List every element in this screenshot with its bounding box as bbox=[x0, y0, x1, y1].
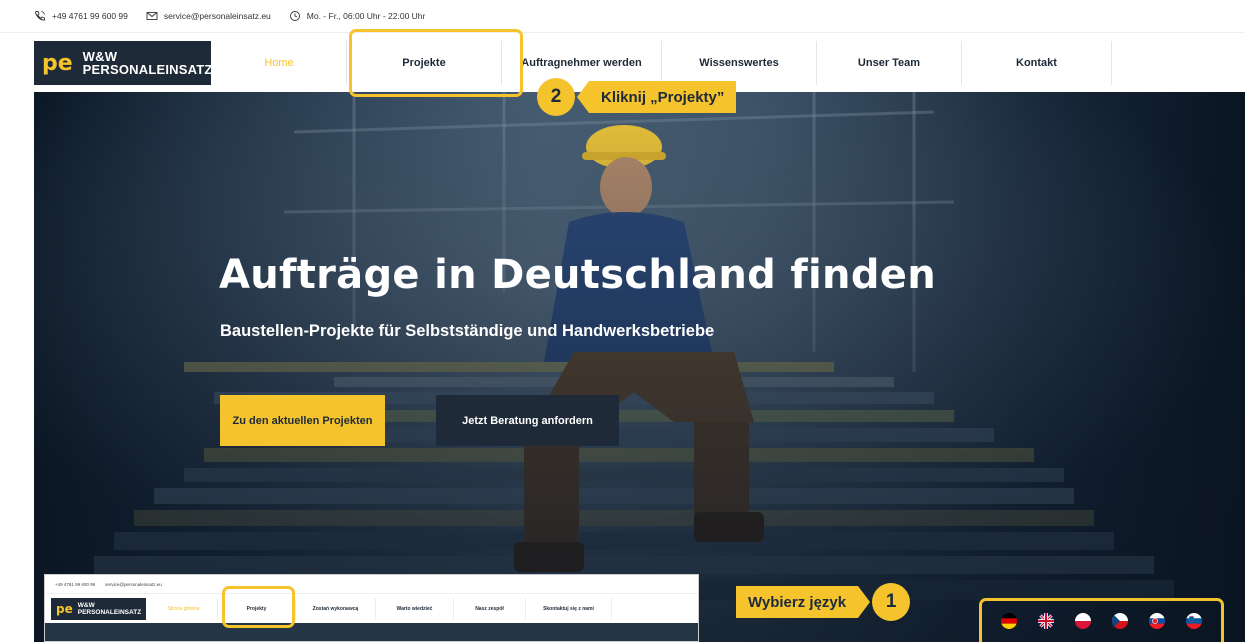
site-logo[interactable]: pe W&W PERSONALEINSATZ bbox=[34, 41, 213, 85]
inset-nav-nasz-zespol[interactable]: Nasz zespół bbox=[454, 598, 526, 620]
email-address: service@personaleinsatz.eu bbox=[163, 11, 271, 21]
mail-icon bbox=[146, 12, 158, 20]
nav-item-home[interactable]: Home bbox=[212, 41, 347, 85]
flag-de-icon[interactable] bbox=[1001, 613, 1018, 629]
inset-logo-line-1: W&W bbox=[77, 602, 95, 609]
hero-section: Aufträge in Deutschland finden Baustelle… bbox=[34, 92, 1245, 642]
inset-nav-warto-wiedziec[interactable]: Warto wiedzieć bbox=[376, 598, 454, 620]
request-consultation-button[interactable]: Jetzt Beratung anfordern bbox=[436, 395, 619, 446]
hero-title: Aufträge in Deutschland finden bbox=[219, 252, 936, 298]
flag-sk-icon[interactable] bbox=[1148, 613, 1165, 629]
opening-hours: Mo. - Fr., 06:00 Uhr - 22:00 Uhr bbox=[306, 11, 426, 21]
inset-phone: +49 4761 99 600 99 bbox=[55, 581, 96, 587]
top-info-bar: +49 4761 99 600 99 service@personaleinsa… bbox=[0, 0, 1245, 32]
inset-nav-menu: Strona główna Projekty Zostań wykonawcą … bbox=[150, 598, 612, 620]
logo-mark: pe bbox=[42, 50, 73, 76]
phone-icon bbox=[35, 11, 45, 21]
callout-step-1: Wybierz język 1 bbox=[736, 583, 911, 621]
step-2-label: Kliknij „Projekty” bbox=[589, 81, 737, 113]
flag-si-icon[interactable] bbox=[1185, 613, 1202, 629]
highlight-projekte bbox=[349, 29, 523, 97]
hero-subtitle: Baustellen-Projekte für Selbstständige u… bbox=[220, 322, 715, 340]
logo-text: W&W PERSONALEINSATZ bbox=[83, 50, 213, 76]
inset-topbar: +49 4761 99 600 99 service@personaleinsa… bbox=[45, 575, 698, 593]
step-2-number: 2 bbox=[537, 78, 575, 116]
inset-nav-strona-glowna[interactable]: Strona główna bbox=[150, 598, 218, 620]
inset-nav-zostan-wykonawca[interactable]: Zostań wykonawcą bbox=[296, 598, 376, 620]
current-projects-button[interactable]: Zu den aktuellen Projekten bbox=[220, 395, 385, 446]
hero-background-image bbox=[34, 92, 1245, 642]
callout-step-2: 2 Kliknij „Projekty” bbox=[537, 78, 737, 116]
inset-polish-screenshot: +49 4761 99 600 99 service@personaleinsa… bbox=[44, 574, 699, 642]
clock-icon bbox=[289, 11, 300, 21]
inset-logo-text: W&W PERSONALEINSATZ bbox=[78, 602, 141, 616]
hours-info: Mo. - Fr., 06:00 Uhr - 22:00 Uhr bbox=[289, 10, 426, 22]
email-info[interactable]: service@personaleinsatz.eu bbox=[146, 10, 271, 22]
phone-info[interactable]: +49 4761 99 600 99 bbox=[34, 10, 128, 22]
callout-2-pointer-icon bbox=[577, 81, 589, 113]
step-1-label: Wybierz język bbox=[736, 586, 859, 618]
flag-en-icon[interactable] bbox=[1038, 613, 1055, 629]
highlight-inset-projekty bbox=[222, 586, 295, 628]
language-selector bbox=[981, 600, 1222, 642]
logo-line-2: PERSONALEINSATZ bbox=[82, 62, 213, 77]
inset-email: service@personaleinsatz.eu bbox=[105, 581, 162, 587]
flag-cz-icon[interactable] bbox=[1111, 613, 1128, 629]
inset-logo: pe W&W PERSONALEINSATZ bbox=[51, 598, 146, 620]
inset-nav-kontakt[interactable]: Skontaktuj się z nami bbox=[526, 598, 612, 620]
nav-item-kontakt[interactable]: Kontakt bbox=[962, 41, 1112, 85]
nav-item-unser-team[interactable]: Unser Team bbox=[817, 41, 962, 85]
flag-pl-icon[interactable] bbox=[1075, 613, 1092, 629]
phone-number: +49 4761 99 600 99 bbox=[52, 11, 128, 21]
inset-logo-line-2: PERSONALEINSATZ bbox=[77, 609, 142, 616]
step-1-number: 1 bbox=[872, 583, 911, 621]
inset-navigation: pe W&W PERSONALEINSATZ Strona główna Pro… bbox=[45, 593, 698, 623]
inset-logo-mark: pe bbox=[56, 602, 73, 616]
